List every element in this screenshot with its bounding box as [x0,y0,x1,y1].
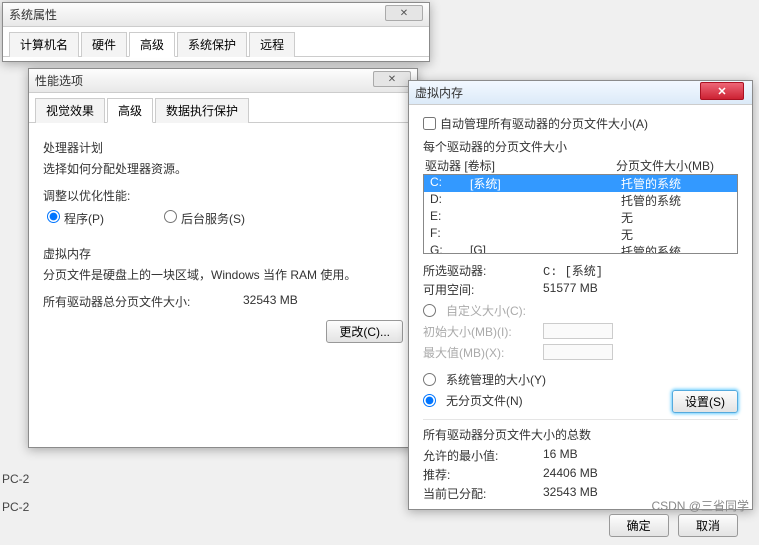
tab-system-protection[interactable]: 系统保护 [177,32,247,57]
change-button[interactable]: 更改(C)... [326,320,403,343]
free-space-value: 51577 MB [543,281,738,298]
tab-hardware[interactable]: 硬件 [81,32,127,57]
close-icon[interactable]: ✕ [373,71,411,87]
vm-total-value: 32543 MB [243,293,403,310]
max-size-label: 最大值(MB)(X): [423,344,543,361]
cpu-sched-desc: 选择如何分配处理器资源。 [43,160,403,177]
auto-manage-input[interactable] [423,117,436,130]
recommended-label: 推荐: [423,466,543,483]
radio-no-pagefile[interactable]: 无分页文件(N) [423,392,672,409]
tab-perf-advanced[interactable]: 高级 [107,98,153,123]
vm-title: 虚拟内存 [43,245,403,262]
radio-background-input[interactable] [164,210,177,223]
radio-background[interactable]: 后台服务(S) [164,210,245,227]
initial-size-input [543,323,613,339]
cpu-scheduling-group: 处理器计划 选择如何分配处理器资源。 调整以优化性能: 程序(P) 后台服务(S… [43,139,403,227]
drive-row[interactable]: G:[G]托管的系统 [424,243,737,254]
each-drive-label: 每个驱动器的分页文件大小 [423,138,738,155]
radio-custom-input[interactable] [423,304,436,317]
vmem-title: 虚拟内存 [415,84,746,101]
virtual-memory-dialog: 虚拟内存 ✕ 自动管理所有驱动器的分页文件大小(A) 每个驱动器的分页文件大小 … [408,80,753,510]
min-allowed-label: 允许的最小值: [423,447,543,464]
selected-drive-label: 所选驱动器: [423,262,543,279]
radio-custom-size[interactable]: 自定义大小(C): [423,302,738,319]
drive-row[interactable]: D:托管的系统 [424,192,737,209]
col-pagefile: 分页文件大小(MB) [616,157,736,174]
min-allowed-value: 16 MB [543,447,738,464]
close-icon[interactable]: ✕ [385,5,423,21]
vmem-content: 自动管理所有驱动器的分页文件大小(A) 每个驱动器的分页文件大小 驱动器 [卷标… [409,105,752,545]
ok-button[interactable]: 确定 [609,514,669,537]
perfopts-title: 性能选项 [35,72,411,89]
tab-computer-name[interactable]: 计算机名 [9,32,79,57]
tab-visual-effects[interactable]: 视觉效果 [35,98,105,123]
tab-dep[interactable]: 数据执行保护 [155,98,249,123]
perfopts-content: 处理器计划 选择如何分配处理器资源。 调整以优化性能: 程序(P) 后台服务(S… [29,123,417,353]
radio-system-managed[interactable]: 系统管理的大小(Y) [423,371,672,388]
pc-label: PC-2 [2,500,29,514]
vm-total-label: 所有驱动器总分页文件大小: [43,293,243,310]
tab-advanced[interactable]: 高级 [129,32,175,57]
radio-programs[interactable]: 程序(P) [47,210,104,227]
selected-drive-value: C: [系统] [543,262,738,279]
radio-system-input[interactable] [423,373,436,386]
drive-row[interactable]: C:[系统]托管的系统 [424,175,737,192]
drive-list[interactable]: C:[系统]托管的系统D:托管的系统E:无F:无G:[G]托管的系统 [423,174,738,254]
cpu-sched-title: 处理器计划 [43,139,403,156]
system-properties-window: 系统属性 ✕ 计算机名 硬件 高级 系统保护 远程 [2,2,430,62]
vm-group: 虚拟内存 分页文件是硬盘上的一块区域，Windows 当作 RAM 使用。 所有… [43,245,403,343]
current-alloc-label: 当前已分配: [423,485,543,502]
set-button[interactable]: 设置(S) [672,390,738,413]
sysprops-tabstrip: 计算机名 硬件 高级 系统保护 远程 [3,27,429,57]
drive-row[interactable]: E:无 [424,209,737,226]
tab-remote[interactable]: 远程 [249,32,295,57]
col-drive: 驱动器 [卷标] [425,157,616,174]
sysprops-title: 系统属性 [9,6,423,23]
radio-none-input[interactable] [423,394,436,407]
sysprops-titlebar: 系统属性 ✕ [3,3,429,27]
vmem-titlebar: 虚拟内存 ✕ [409,81,752,105]
adjust-label: 调整以优化性能: [43,187,403,204]
close-icon[interactable]: ✕ [700,82,744,100]
totals-title: 所有驱动器分页文件大小的总数 [423,426,738,443]
cancel-button[interactable]: 取消 [678,514,738,537]
perfopts-tabstrip: 视觉效果 高级 数据执行保护 [29,93,417,123]
perfopts-titlebar: 性能选项 ✕ [29,69,417,93]
radio-programs-input[interactable] [47,210,60,223]
drive-row[interactable]: F:无 [424,226,737,243]
vm-desc: 分页文件是硬盘上的一块区域，Windows 当作 RAM 使用。 [43,266,403,283]
max-size-input [543,344,613,360]
recommended-value: 24406 MB [543,466,738,483]
auto-manage-checkbox[interactable]: 自动管理所有驱动器的分页文件大小(A) [423,115,738,132]
performance-options-window: 性能选项 ✕ 视觉效果 高级 数据执行保护 处理器计划 选择如何分配处理器资源。… [28,68,418,448]
watermark: CSDN @三省同学 [651,497,749,514]
initial-size-label: 初始大小(MB)(I): [423,323,543,340]
pc-label: PC-2 [2,472,29,486]
free-space-label: 可用空间: [423,281,543,298]
